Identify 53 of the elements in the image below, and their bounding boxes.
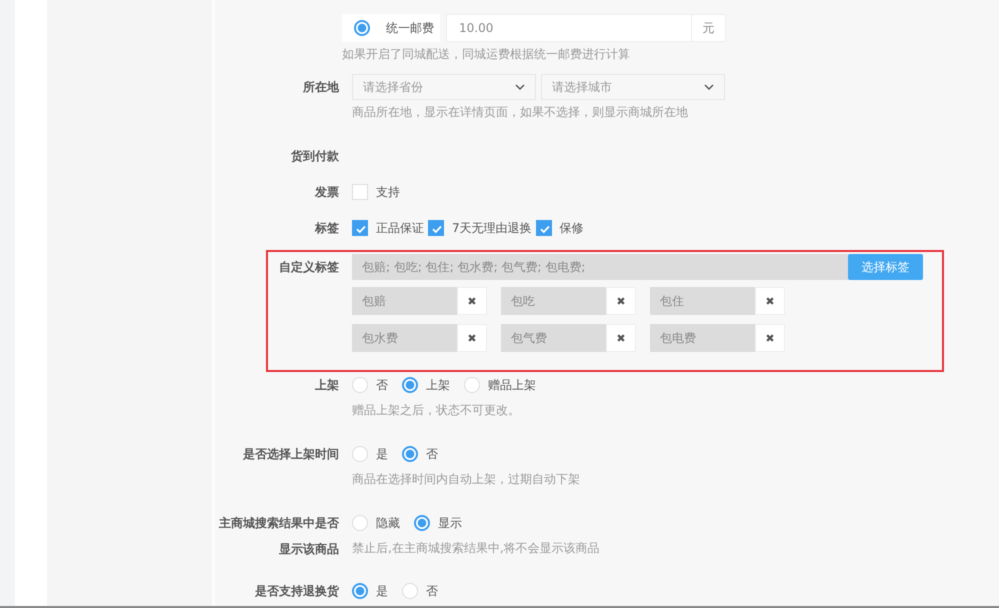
remove-button[interactable]: ✖ xyxy=(457,324,487,352)
tag-label: 包水费 xyxy=(352,324,457,352)
option-label: 统一邮费 xyxy=(386,20,434,36)
chevron-down-icon xyxy=(515,84,525,90)
option-label: 否 xyxy=(376,376,388,394)
field-label: 主商城搜索结果中是否显示该商品 xyxy=(218,515,339,558)
tag-label: 包气费 xyxy=(501,324,606,352)
unit-label: 元 xyxy=(692,14,726,42)
option-label: 正品保证 xyxy=(376,220,424,236)
remove-button[interactable]: ✖ xyxy=(457,287,487,315)
option-label: 显示 xyxy=(438,514,462,532)
remove-button[interactable]: ✖ xyxy=(755,324,785,352)
field-label: 发票 xyxy=(314,184,339,201)
option-label: 隐藏 xyxy=(376,514,400,532)
hint-text: 如果开启了同城配送，同城运费根据统一邮费进行计算 xyxy=(342,46,631,63)
radio-button[interactable] xyxy=(402,377,418,393)
field-label: 所在地 xyxy=(302,79,339,96)
option-label: 保修 xyxy=(560,220,584,236)
tag-label: 包吃 xyxy=(501,287,606,315)
field-label: 货到付款 xyxy=(290,148,339,165)
checkbox[interactable] xyxy=(428,220,444,236)
checkbox[interactable] xyxy=(536,220,552,236)
radio-button[interactable] xyxy=(414,515,430,531)
option-label: 否 xyxy=(426,582,438,600)
remove-button[interactable]: ✖ xyxy=(606,287,636,315)
radio-button[interactable] xyxy=(402,446,418,462)
tag-label: 包电费 xyxy=(650,324,755,352)
hint-text: 禁止后,在主商城搜索结果中,将不会显示该商品 xyxy=(352,540,600,557)
option-label: 7天无理由退换 xyxy=(452,220,532,236)
field-label: 自定义标签 xyxy=(278,259,339,276)
option-label: 是 xyxy=(376,446,388,462)
shipping-option[interactable]: 统一邮费 xyxy=(342,14,440,42)
tag-label: 包住 xyxy=(650,287,755,315)
option-label: 赠品上架 xyxy=(488,376,536,394)
hint-text: 赠品上架之后，状态不可更改。 xyxy=(352,402,521,419)
option-label: 支持 xyxy=(376,184,400,200)
postage-field[interactable]: 10.00 xyxy=(446,14,692,42)
field-label: 标签 xyxy=(314,220,339,237)
radio-button[interactable] xyxy=(352,583,368,599)
hint-text: 商品所在地，显示在详情页面，如果不选择，则显示商城所在地 xyxy=(352,104,689,121)
option-label: 是 xyxy=(376,582,388,600)
remove-button[interactable]: ✖ xyxy=(755,287,785,315)
hint-text: 商品在选择时间内自动上架，过期自动下架 xyxy=(352,471,580,488)
tag-label: 包赔 xyxy=(352,287,457,315)
option-label: 否 xyxy=(426,446,438,462)
remove-button[interactable]: ✖ xyxy=(606,324,636,352)
field-label: 上架 xyxy=(314,377,339,394)
checkbox[interactable] xyxy=(352,220,368,236)
radio-button[interactable] xyxy=(354,20,370,36)
chevron-down-icon xyxy=(704,84,714,90)
field-label: 是否选择上架时间 xyxy=(242,446,339,463)
option-label: 上架 xyxy=(426,376,450,394)
field-label: 是否支持退换货 xyxy=(254,583,339,599)
